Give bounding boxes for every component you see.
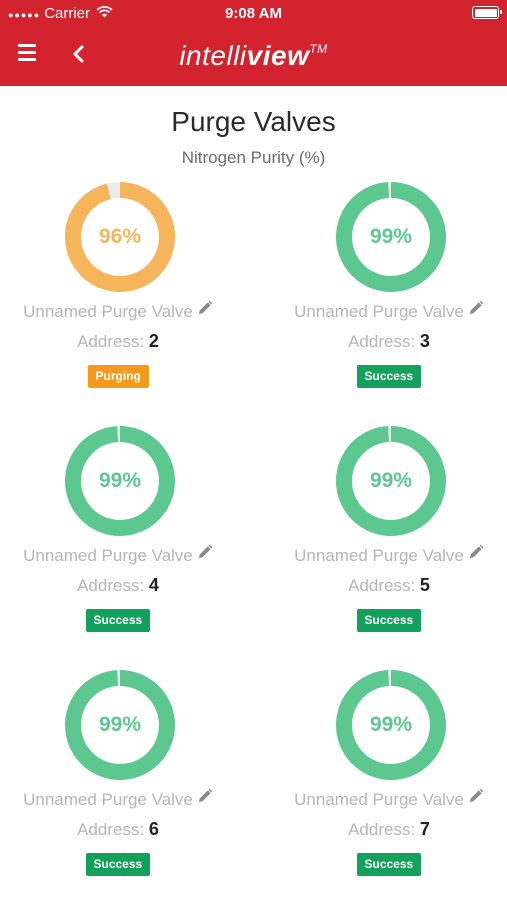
valve-name-text: Unnamed Purge Valve [23,790,193,809]
valve-name: Unnamed Purge Valve [274,300,504,323]
valve-card[interactable]: 99% Unnamed Purge Valve Address: 5 Success [274,425,504,655]
status-badge: Success [85,853,151,876]
purity-value: 99% [369,469,413,492]
address-line: Address: 2 [3,331,233,352]
pencil-icon[interactable] [197,544,213,565]
address-label: Address: [348,820,416,839]
address-line: Address: 7 [274,819,504,840]
valve-card[interactable]: 99% Unnamed Purge Valve Address: 3 Success [274,181,504,411]
address-line: Address: 5 [274,575,504,596]
address-value: 7 [419,819,430,839]
page-subtitle: Nitrogen Purity (%) [181,148,326,167]
app-logo: intelliviewTM [179,40,328,71]
pencil-icon[interactable] [197,788,213,809]
nav-bar: intelliviewTM [0,28,507,86]
valve-name: Unnamed Purge Valve [274,544,504,567]
address-label: Address: [77,332,145,351]
pencil-icon[interactable] [468,544,484,565]
clock: 9:08 AM [225,5,282,22]
address-line: Address: 3 [274,331,504,352]
purity-donut-chart: 99% [335,425,447,537]
address-label: Address: [77,820,145,839]
purity-value: 99% [98,713,142,736]
address-label: Address: [348,332,416,351]
battery-icon [472,6,502,19]
purity-value: 96% [98,225,142,248]
valve-name-text: Unnamed Purge Valve [294,546,464,565]
valve-card[interactable]: 96% Unnamed Purge Valve Address: 2 Purging [3,181,233,411]
status-badge: Success [356,365,422,388]
valve-name-text: Unnamed Purge Valve [23,546,193,565]
valve-name: Unnamed Purge Valve [3,300,233,323]
pencil-icon[interactable] [197,300,213,321]
address-value: 4 [148,575,159,595]
status-badge: Success [356,853,422,876]
purity-donut-chart: 99% [335,669,447,781]
purity-donut-chart: 99% [335,181,447,293]
address-line: Address: 4 [3,575,233,596]
valve-card[interactable]: 99% Unnamed Purge Valve Address: 6 Success [3,669,233,899]
status-badge: Success [356,609,422,632]
status-bar: ●●●●● Carrier 9:08 AM [0,0,507,28]
address-value: 2 [148,331,159,351]
purity-value: 99% [98,469,142,492]
address-label: Address: [348,576,416,595]
valve-name: Unnamed Purge Valve [3,544,233,567]
page-title: Purge Valves [171,106,336,137]
purity-value: 99% [369,713,413,736]
status-badge: Success [85,609,151,632]
valve-name-text: Unnamed Purge Valve [294,302,464,321]
address-value: 6 [148,819,159,839]
valve-name-text: Unnamed Purge Valve [23,302,193,321]
address-value: 5 [419,575,430,595]
valve-name-text: Unnamed Purge Valve [294,790,464,809]
purity-value: 99% [369,225,413,248]
valve-card[interactable]: 99% Unnamed Purge Valve Address: 7 Success [274,669,504,899]
purity-donut-chart: 96% [64,181,176,293]
valve-name: Unnamed Purge Valve [274,788,504,811]
valve-name: Unnamed Purge Valve [3,788,233,811]
valve-card[interactable]: 99% Unnamed Purge Valve Address: 4 Success [3,425,233,655]
app-header: ●●●●● Carrier 9:08 AM intelliviewTM [0,0,507,86]
purity-donut-chart: 99% [64,669,176,781]
pencil-icon[interactable] [468,300,484,321]
address-label: Address: [77,576,145,595]
address-value: 3 [419,331,430,351]
pencil-icon[interactable] [468,788,484,809]
address-line: Address: 6 [3,819,233,840]
purity-donut-chart: 99% [64,425,176,537]
status-badge: Purging [87,365,149,388]
